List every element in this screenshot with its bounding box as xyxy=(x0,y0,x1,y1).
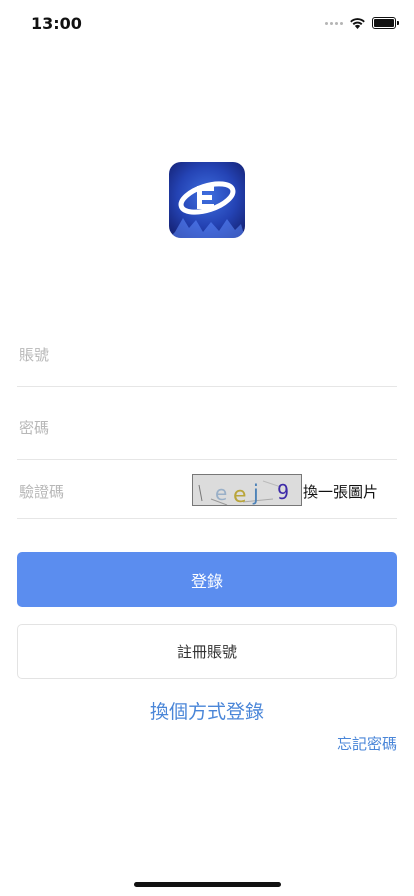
battery-icon xyxy=(372,17,399,29)
signal-icon xyxy=(325,21,343,25)
login-screen: 13:00 賬號 驗證碼 e e j 9 換一張圖片 登錄 註冊賬號 換個方式登… xyxy=(0,0,414,896)
register-button[interactable]: 註冊賬號 xyxy=(17,624,397,679)
alternate-login-link[interactable]: 換個方式登錄 xyxy=(0,697,414,724)
account-field[interactable] xyxy=(17,345,397,387)
wifi-icon xyxy=(350,18,365,29)
svg-text:j: j xyxy=(252,481,259,505)
login-button[interactable]: 登錄 xyxy=(17,552,397,607)
captcha-input[interactable] xyxy=(17,483,187,501)
password-input[interactable] xyxy=(17,419,397,437)
status-bar: 13:00 xyxy=(0,0,414,48)
home-indicator[interactable] xyxy=(134,882,281,887)
svg-text:e: e xyxy=(233,483,247,506)
svg-text:9: 9 xyxy=(277,480,289,504)
refresh-captcha-link[interactable]: 換一張圖片 xyxy=(303,481,378,502)
svg-text:e: e xyxy=(215,481,227,505)
account-input[interactable] xyxy=(17,346,397,364)
password-field[interactable] xyxy=(17,418,397,460)
forgot-password-link[interactable]: 忘記密碼 xyxy=(337,733,397,754)
status-time: 13:00 xyxy=(31,14,82,33)
status-icons xyxy=(325,17,399,29)
app-logo-icon xyxy=(169,162,245,238)
captcha-image[interactable]: e e j 9 xyxy=(192,474,302,506)
